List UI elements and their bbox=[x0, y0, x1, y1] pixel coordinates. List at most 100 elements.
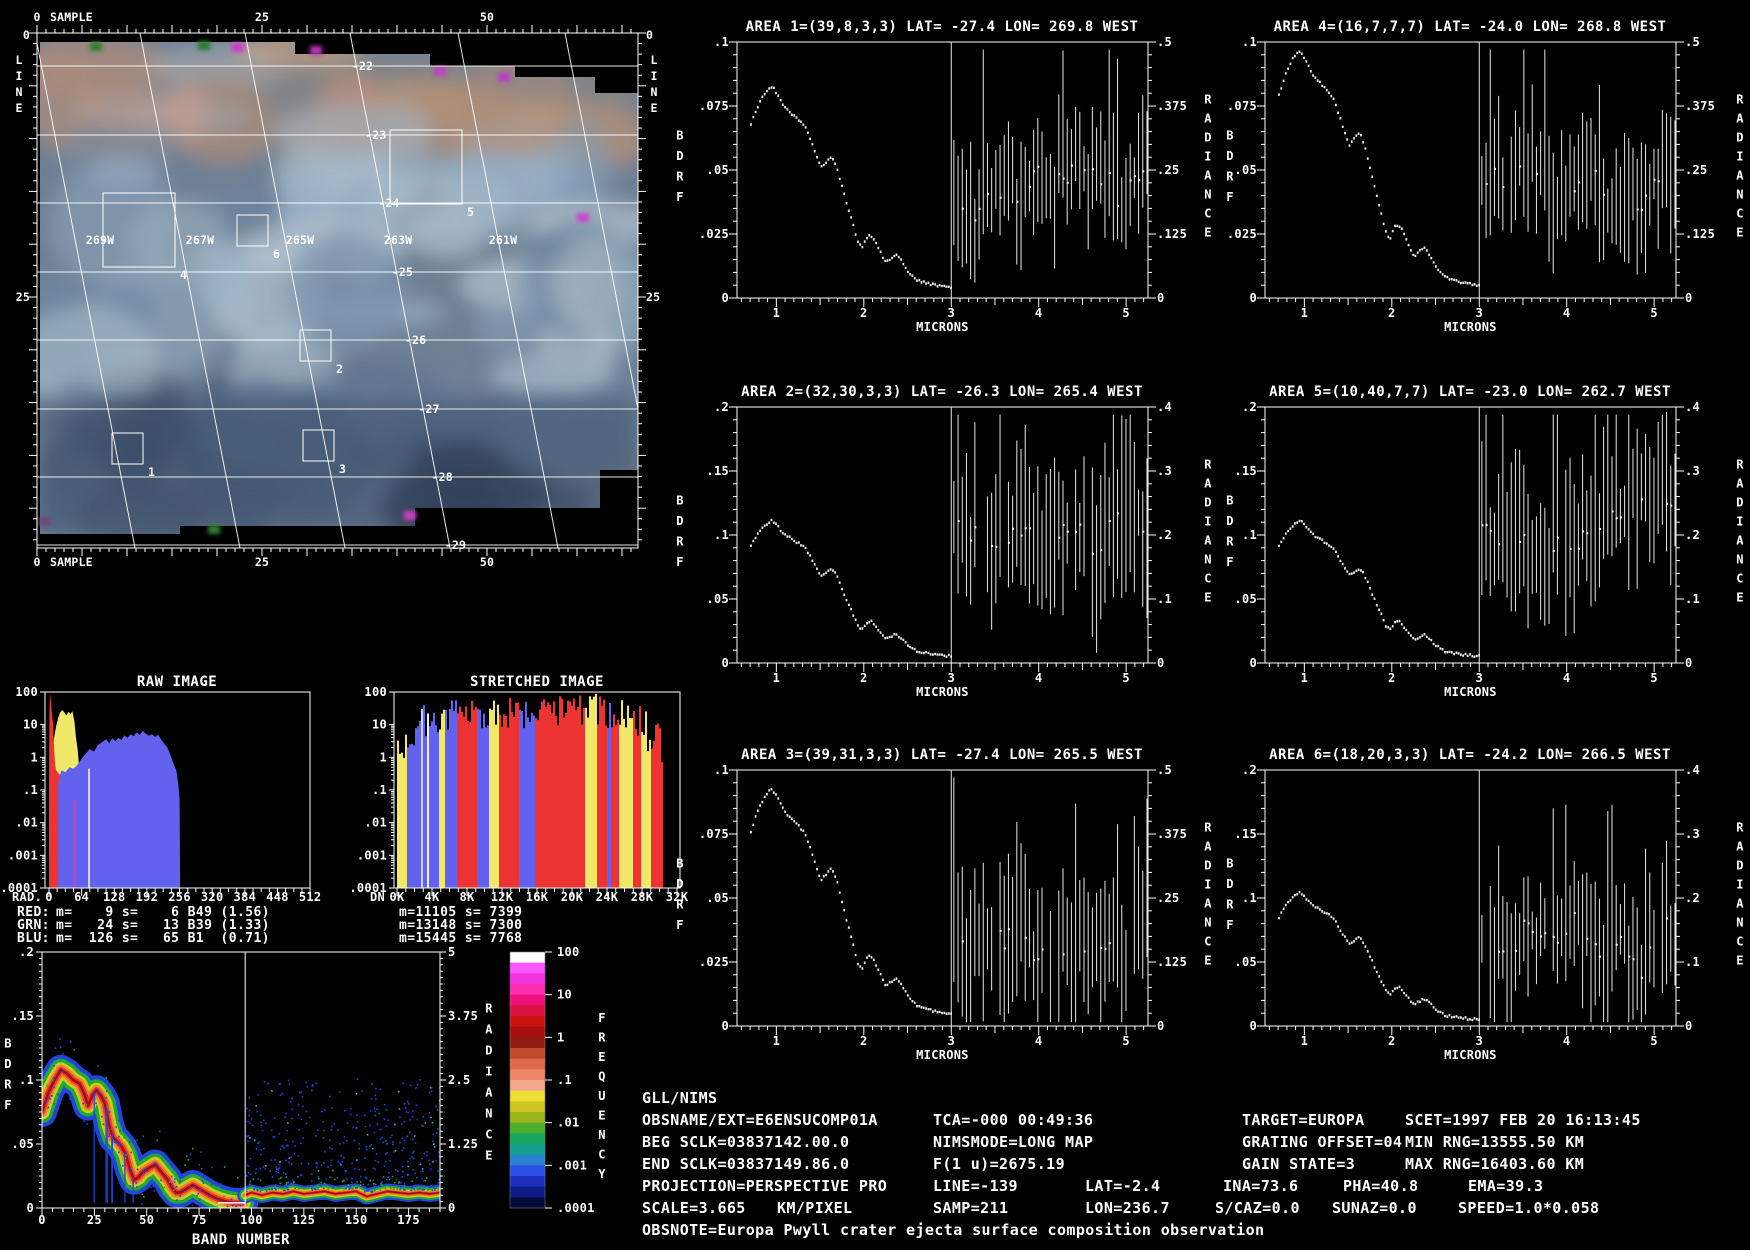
svg-text:3: 3 bbox=[947, 306, 955, 320]
svg-text:MICRONS: MICRONS bbox=[1444, 685, 1497, 699]
svg-text:E: E bbox=[1736, 226, 1744, 240]
svg-text:EMA=39.3: EMA=39.3 bbox=[1468, 1177, 1543, 1195]
svg-text:4: 4 bbox=[1035, 671, 1043, 685]
svg-text:TCA=-000 00:49:36: TCA=-000 00:49:36 bbox=[933, 1111, 1093, 1129]
svg-text:F: F bbox=[1226, 555, 1234, 569]
svg-text:F: F bbox=[676, 918, 684, 932]
svg-text:D: D bbox=[1204, 131, 1212, 145]
svg-text:R: R bbox=[676, 534, 684, 548]
svg-text:NIMSMODE=LONG MAP: NIMSMODE=LONG MAP bbox=[933, 1133, 1093, 1151]
svg-text:OBSNAME/EXT=E6ENSUCOMP01A: OBSNAME/EXT=E6ENSUCOMP01A bbox=[642, 1111, 878, 1129]
svg-text:D: D bbox=[4, 1057, 12, 1071]
svg-text:MICRONS: MICRONS bbox=[916, 320, 969, 334]
svg-text:.05: .05 bbox=[1234, 955, 1257, 969]
svg-text:C: C bbox=[1736, 572, 1744, 586]
raw-histogram-panel: RAW IMAGE 100101.1.01.001.0001RAD.064128… bbox=[0, 674, 321, 946]
svg-text:100: 100 bbox=[364, 685, 387, 699]
svg-text:U: U bbox=[598, 1089, 606, 1103]
svg-text:I: I bbox=[1736, 878, 1744, 892]
svg-text:16K: 16K bbox=[526, 890, 549, 904]
svg-text:3: 3 bbox=[947, 671, 955, 685]
svg-text:R: R bbox=[1204, 821, 1212, 835]
svg-text:.05: .05 bbox=[1234, 592, 1257, 606]
svg-text:C: C bbox=[1204, 935, 1212, 949]
svg-text:.4: .4 bbox=[1685, 400, 1700, 414]
svg-text:0: 0 bbox=[1157, 1019, 1165, 1033]
svg-text:75: 75 bbox=[192, 1213, 207, 1227]
svg-text:-25: -25 bbox=[392, 265, 413, 279]
svg-text:F: F bbox=[4, 1098, 12, 1112]
svg-text:KM/PIXEL: KM/PIXEL bbox=[777, 1199, 852, 1217]
svg-text:0: 0 bbox=[23, 28, 30, 42]
svg-text:5: 5 bbox=[1650, 671, 1658, 685]
svg-text:5: 5 bbox=[1650, 306, 1658, 320]
svg-text:.5: .5 bbox=[1157, 35, 1172, 49]
svg-text:PROJECTION=PERSPECTIVE PRO: PROJECTION=PERSPECTIVE PRO bbox=[642, 1177, 887, 1195]
svg-text:12K: 12K bbox=[491, 890, 514, 904]
svg-text:100: 100 bbox=[557, 945, 580, 959]
svg-text:I: I bbox=[1736, 515, 1744, 529]
svg-text:SCALE=3.665: SCALE=3.665 bbox=[642, 1199, 746, 1217]
svg-text:0: 0 bbox=[448, 1201, 456, 1215]
spectra-grid: AREA 1=(39,8,3,3) LAT= -27.4 LON= 269.8 … bbox=[676, 19, 1744, 1062]
svg-text:20K: 20K bbox=[561, 890, 584, 904]
svg-text:100: 100 bbox=[15, 685, 38, 699]
svg-text:LON=236.7: LON=236.7 bbox=[1085, 1199, 1170, 1217]
svg-text:100: 100 bbox=[240, 1213, 263, 1227]
svg-text:C: C bbox=[485, 1128, 493, 1142]
svg-text:R: R bbox=[1226, 897, 1234, 911]
svg-text:L: L bbox=[650, 53, 657, 67]
svg-text:.3: .3 bbox=[1157, 464, 1172, 478]
observation-metadata-block: GLL/NIMS OBSNAME/EXT=E6ENSUCOMP01A TCA=-00… bbox=[642, 1089, 1641, 1239]
svg-text:.2: .2 bbox=[1685, 891, 1700, 905]
svg-text:I: I bbox=[1204, 878, 1212, 892]
svg-text:.15: .15 bbox=[1234, 827, 1257, 841]
svg-text:384: 384 bbox=[234, 890, 257, 904]
svg-text:175: 175 bbox=[397, 1213, 420, 1227]
svg-text:.375: .375 bbox=[1157, 827, 1187, 841]
svg-text:0: 0 bbox=[38, 1213, 46, 1227]
svg-text:4: 4 bbox=[1563, 1034, 1571, 1048]
metadata-row-4: PROJECTION=PERSPECTIVE PROLINE=-139LAT=-… bbox=[642, 1177, 1543, 1195]
svg-text:.05: .05 bbox=[1234, 163, 1257, 177]
svg-text:MICRONS: MICRONS bbox=[916, 685, 969, 699]
svg-text:.4: .4 bbox=[1157, 400, 1172, 414]
svg-text:GLL/NIMS: GLL/NIMS bbox=[642, 1089, 717, 1107]
svg-text:C: C bbox=[1204, 207, 1212, 221]
svg-text:A: A bbox=[1736, 112, 1744, 126]
svg-text:E: E bbox=[485, 1149, 493, 1163]
svg-text:5: 5 bbox=[467, 205, 474, 219]
svg-text:N: N bbox=[1736, 553, 1744, 567]
svg-text:C: C bbox=[598, 1148, 606, 1162]
svg-text:R: R bbox=[1226, 534, 1234, 548]
svg-text:50: 50 bbox=[480, 10, 494, 24]
svg-text:DN: DN bbox=[370, 890, 385, 904]
svg-text:25: 25 bbox=[255, 10, 269, 24]
svg-text:E: E bbox=[1204, 954, 1212, 968]
svg-text:F(1 u)=2675.19: F(1 u)=2675.19 bbox=[933, 1155, 1065, 1173]
svg-text:.075: .075 bbox=[1227, 99, 1257, 113]
spectrum-area6: .2.15.1.050.4.3.2.1012345MICRONSBDRFRADI… bbox=[1226, 763, 1744, 1062]
svg-text:25: 25 bbox=[16, 290, 30, 304]
svg-text:256: 256 bbox=[168, 890, 191, 904]
svg-text:R: R bbox=[598, 1031, 606, 1045]
svg-text:.075: .075 bbox=[699, 827, 729, 841]
svg-text:25: 25 bbox=[87, 1213, 102, 1227]
svg-text:.2: .2 bbox=[19, 945, 34, 959]
svg-text:N: N bbox=[1736, 188, 1744, 202]
svg-text:1: 1 bbox=[1301, 671, 1309, 685]
svg-text:F: F bbox=[1226, 918, 1234, 932]
svg-text:.05: .05 bbox=[11, 1137, 34, 1151]
svg-text:E: E bbox=[1204, 226, 1212, 240]
svg-text:.1: .1 bbox=[19, 1073, 34, 1087]
svg-text:I: I bbox=[1204, 150, 1212, 164]
svg-text:D: D bbox=[1736, 859, 1744, 873]
svg-text:SUNAZ=0.0: SUNAZ=0.0 bbox=[1332, 1199, 1417, 1217]
svg-text:.1: .1 bbox=[714, 35, 729, 49]
raw-histogram-plot bbox=[49, 693, 180, 888]
svg-text:4: 4 bbox=[1563, 671, 1571, 685]
svg-text:N: N bbox=[1736, 916, 1744, 930]
svg-text:.0001: .0001 bbox=[557, 1201, 595, 1215]
svg-text:C: C bbox=[1736, 207, 1744, 221]
svg-text:0: 0 bbox=[45, 890, 53, 904]
